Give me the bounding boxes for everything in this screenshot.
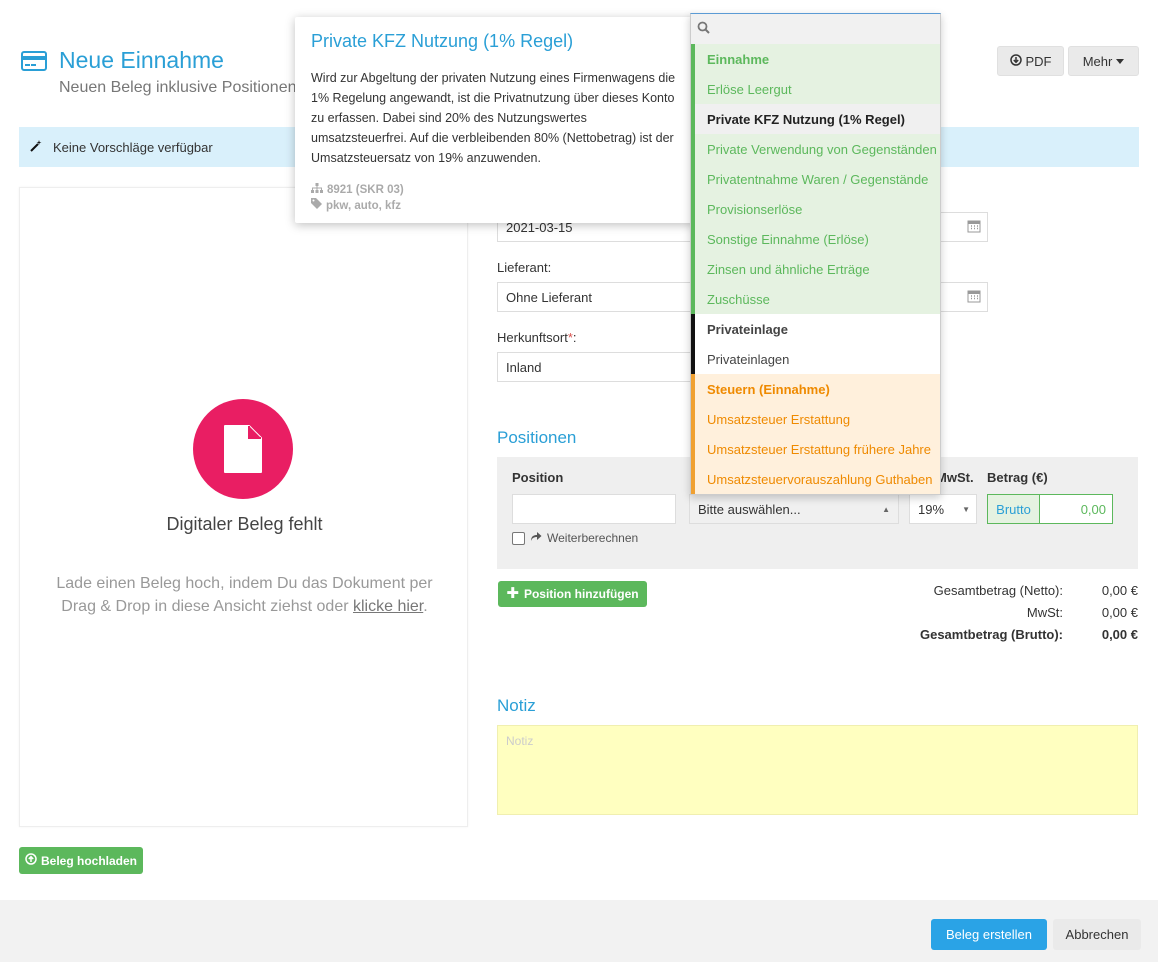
dropdown-item[interactable]: Einnahme xyxy=(691,44,940,74)
page-title: Neue Einnahme xyxy=(59,47,224,73)
dropdown-item[interactable]: Private Verwendung von Gegenständen xyxy=(691,134,940,164)
upload-dropzone[interactable]: Digitaler Beleg fehlt Lade einen Beleg h… xyxy=(19,187,468,827)
dropdown-item[interactable]: Privatentnahme Waren / Gegenstände xyxy=(691,164,940,194)
cancel-button[interactable]: Abbrechen xyxy=(1053,919,1141,950)
calendar-icon[interactable] xyxy=(967,219,981,236)
notes-placeholder: Notiz xyxy=(506,734,534,748)
dropdown-item[interactable]: Umsatzsteuer Erstattung frühere Jahre xyxy=(691,434,940,464)
notes-title: Notiz xyxy=(497,696,536,715)
category-info-popover: Private KFZ Nutzung (1% Regel) Wird zur … xyxy=(295,17,696,223)
vat-select[interactable]: 19% ▼ xyxy=(909,494,977,524)
position-input[interactable] xyxy=(512,494,676,524)
dropdown-item[interactable]: Privateinlage xyxy=(691,314,940,344)
dropdown-search-input[interactable] xyxy=(691,14,940,44)
category-select[interactable]: Bitte auswählen... ▲ xyxy=(689,494,899,524)
dropdown-item[interactable]: Umsatzsteuervorauszahlung Guthaben xyxy=(691,464,940,494)
page-subtitle: Neuen Beleg inklusive Positionen xyxy=(59,79,297,96)
alert-text: Keine Vorschläge verfügbar xyxy=(53,139,213,155)
more-label: Mehr xyxy=(1082,53,1113,69)
create-receipt-button[interactable]: Beleg erstellen xyxy=(931,919,1047,950)
dropdown-item[interactable]: Steuern (Einnahme) xyxy=(691,374,940,404)
origin-select[interactable]: Inland xyxy=(497,352,697,382)
supplier-value: Ohne Lieferant xyxy=(506,289,593,305)
dropdown-item[interactable]: Umsatzsteuer Erstattung xyxy=(691,404,940,434)
supplier-select[interactable]: Ohne Lieferant xyxy=(497,282,697,312)
net-total-label: Gesamtbetrag (Netto): xyxy=(933,583,1063,598)
col-vat-header: MwSt. xyxy=(936,470,974,485)
vat-total-label: MwSt: xyxy=(1026,605,1063,620)
document-icon xyxy=(193,399,293,499)
dropdown-item[interactable]: Privateinlagen xyxy=(691,344,940,374)
plus-icon: ✚ xyxy=(506,585,519,602)
brutto-toggle[interactable]: Brutto xyxy=(988,495,1040,523)
upload-circle-icon xyxy=(25,853,37,868)
amount-input[interactable]: 0,00 xyxy=(1040,495,1112,523)
upload-button-label: Beleg hochladen xyxy=(40,853,138,868)
positions-title: Positionen xyxy=(497,428,577,447)
upload-description: Lade einen Beleg hoch, indem Du das Doku… xyxy=(56,575,433,615)
popover-title: Private KFZ Nutzung (1% Regel) xyxy=(311,31,574,51)
category-dropdown[interactable]: Einnahme Erlöse Leergut Private KFZ Nutzun… xyxy=(690,13,941,495)
origin-label: Herkunftsort*: xyxy=(497,330,577,345)
share-icon xyxy=(530,531,542,545)
notes-textarea[interactable]: Notiz xyxy=(497,725,1138,815)
caret-down-icon xyxy=(1116,58,1125,64)
dropdown-item[interactable]: Provisionserlöse xyxy=(691,194,940,224)
dropdown-item[interactable]: Zuschüsse xyxy=(691,284,940,314)
upload-button[interactable]: Beleg hochladen xyxy=(19,847,143,874)
col-position-header: Position xyxy=(512,470,564,485)
vat-value: 19% xyxy=(918,501,945,517)
sitemap-icon xyxy=(311,182,323,198)
download-icon xyxy=(1009,53,1022,69)
gross-total-label: Gesamtbetrag (Brutto): xyxy=(919,627,1063,642)
calendar-icon[interactable] xyxy=(967,289,981,306)
supplier-label: Lieferant: xyxy=(497,260,552,275)
popover-account: 8921 (SKR 03) xyxy=(311,182,680,198)
magic-wand-icon xyxy=(29,139,43,156)
add-position-button[interactable]: ✚ Position hinzufügen xyxy=(498,581,647,607)
net-total-value: 0,00 € xyxy=(1101,583,1138,598)
pdf-button[interactable]: PDF xyxy=(997,46,1064,76)
caret-up-icon: ▲ xyxy=(882,504,890,514)
amount-group: Brutto 0,00 xyxy=(987,494,1113,524)
dropdown-item[interactable]: Private KFZ Nutzung (1% Regel) xyxy=(691,104,940,134)
more-button[interactable]: Mehr xyxy=(1068,46,1139,76)
caret-down-icon: ▼ xyxy=(962,504,970,514)
popover-tags: pkw, auto, kfz xyxy=(311,198,680,214)
dropdown-list: Einnahme Erlöse Leergut Private KFZ Nutzun… xyxy=(691,44,940,494)
recalc-checkbox[interactable] xyxy=(512,531,525,545)
add-position-label: Position hinzufügen xyxy=(523,587,639,601)
pdf-label: PDF xyxy=(1025,53,1052,69)
upload-link[interactable]: klicke hier xyxy=(353,598,423,615)
dropdown-item[interactable]: Erlöse Leergut xyxy=(691,74,940,104)
tag-icon xyxy=(311,198,322,214)
dropdown-item[interactable]: Zinsen und ähnliche Erträge xyxy=(691,254,940,284)
recalc-label: Weiterberechnen xyxy=(547,531,639,545)
upload-title: Digitaler Beleg fehlt xyxy=(166,514,323,534)
recalc-row: Weiterberechnen xyxy=(512,531,638,545)
col-amount-header: Betrag (€) xyxy=(987,470,1048,485)
popover-body: Wird zur Abgeltung der privaten Nutzung … xyxy=(311,71,676,165)
category-placeholder: Bitte auswählen... xyxy=(698,501,801,517)
dropdown-item[interactable]: Sonstige Einnahme (Erlöse) xyxy=(691,224,940,254)
gross-total-value: 0,00 € xyxy=(1101,627,1138,642)
credit-card-icon xyxy=(21,50,47,72)
search-icon xyxy=(697,21,710,37)
vat-total-value: 0,00 € xyxy=(1101,605,1138,620)
origin-value: Inland xyxy=(506,359,542,375)
